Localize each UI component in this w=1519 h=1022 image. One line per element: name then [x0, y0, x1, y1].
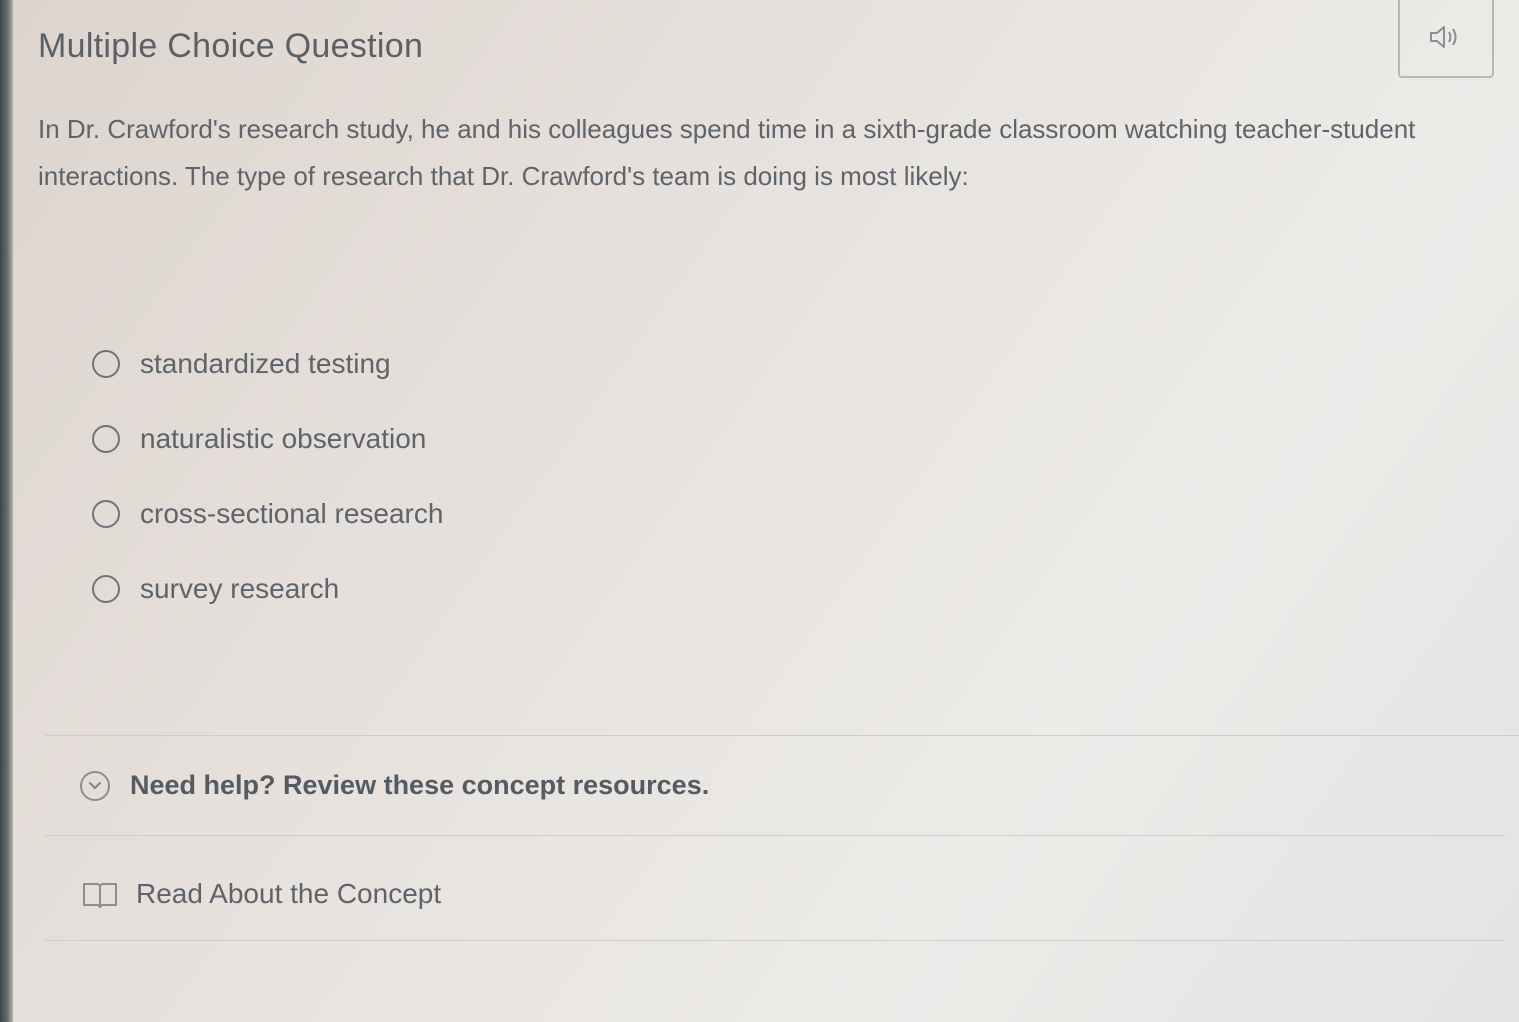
answer-options: standardized testing naturalistic observ… [92, 340, 443, 640]
read-about-concept-link[interactable]: Read About the Concept [82, 878, 441, 910]
option-cross-sectional-research[interactable]: cross-sectional research [92, 490, 443, 538]
option-standardized-testing[interactable]: standardized testing [92, 340, 443, 388]
help-label: Need help? Review these concept resource… [130, 770, 710, 800]
book-icon [82, 879, 118, 909]
option-survey-research[interactable]: survey research [92, 565, 443, 613]
option-label: standardized testing [140, 348, 391, 379]
read-aloud-button[interactable] [1398, 0, 1494, 78]
read-about-concept-label: Read About the Concept [136, 878, 442, 909]
concept-resources-toggle[interactable]: Need help? Review these concept resource… [80, 770, 709, 801]
screen-edge [0, 0, 13, 1022]
radio-button[interactable] [92, 425, 120, 453]
radio-button[interactable] [92, 575, 120, 603]
question-text: In Dr. Crawford's research study, he and… [38, 114, 1416, 191]
divider [45, 940, 1505, 941]
question-title: Multiple Choice Question [38, 27, 424, 65]
radio-button[interactable] [92, 500, 120, 528]
option-naturalistic-observation[interactable]: naturalistic observation [92, 415, 443, 463]
chevron-down-icon [80, 770, 110, 801]
speaker-icon [1428, 23, 1464, 51]
option-label: survey research [140, 573, 340, 604]
option-label: cross-sectional research [140, 498, 444, 529]
divider [45, 735, 1519, 736]
option-label: naturalistic observation [140, 423, 427, 454]
radio-button[interactable] [92, 350, 120, 378]
divider [45, 835, 1505, 836]
